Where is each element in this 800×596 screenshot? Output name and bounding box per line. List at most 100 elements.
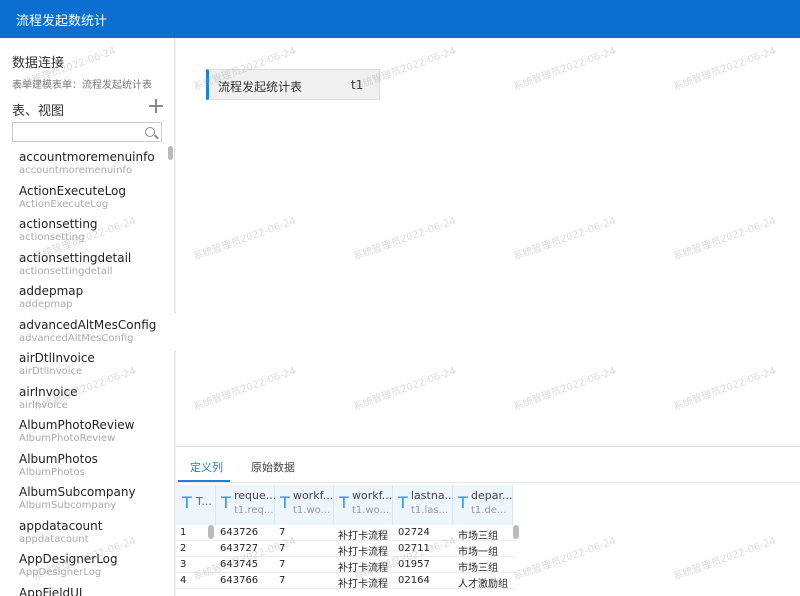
column-header-field: t1.req... (234, 505, 274, 516)
table-item-subname: actionsetting (19, 232, 85, 243)
row-number: 1 (180, 527, 187, 538)
table-list-item[interactable]: AlbumPhotoReview AlbumPhotoReview (0, 414, 170, 448)
table-list-item[interactable]: addepmap addepmap (0, 280, 170, 314)
table-item-subname: accountmoremenuinfo (19, 165, 133, 176)
table-list-item[interactable]: AlbumPhotos AlbumPhotos (0, 448, 170, 482)
table-cell: 7 (279, 575, 286, 586)
column-header[interactable]: Treque... t1.req... (216, 485, 277, 525)
form-subtitle: 表单建模表单：流程发起统计表 (12, 80, 152, 91)
text-type-icon: T (221, 493, 231, 512)
table-list-item[interactable]: advancedAltMesConfig advancedAltMesConfig (0, 314, 170, 348)
column-header[interactable]: Tworkf... t1.wo... (334, 485, 393, 525)
table-list-item[interactable]: actionsettingdetail actionsettingdetail (0, 247, 170, 281)
column-header[interactable]: Tworkf... t1.wo... (275, 485, 334, 525)
table-item-name: AlbumPhotos (19, 451, 98, 466)
table-cell: 市场三组 (458, 531, 498, 542)
column-header-field: t1.de... (471, 505, 507, 516)
text-type-icon: T (458, 493, 468, 512)
table-cell: 7 (279, 543, 286, 554)
table-item-subname: actionsettingdetail (19, 265, 113, 277)
table-node[interactable]: 流程发起统计表 t1 (206, 69, 380, 100)
table-item-name: advancedAltMesConfig (19, 317, 157, 332)
table-cell: 人才激励组 (458, 579, 508, 590)
column-header-name: workf... (293, 489, 334, 502)
table-cell: 市场三组 (458, 563, 498, 574)
row-number: 4 (180, 575, 187, 586)
table-cell: 市场一组 (458, 547, 498, 558)
table-item-subname: AlbumPhotos (19, 466, 85, 478)
app-header: 流程发起数统计 (0, 0, 800, 38)
table-item-name: AppDesignerLog (19, 552, 118, 566)
table-list-item[interactable]: airInvoice airInvoice (0, 381, 170, 415)
table-list: accountmoremenuinfo accountmoremenuinfo Ac… (0, 146, 170, 596)
table-item-subname: AlbumSubcompany (19, 500, 117, 511)
table-item-name: airDtlInvoice (19, 351, 95, 365)
table-list-item[interactable]: AppDesignerLog AppDesignerLog (0, 548, 170, 582)
table-item-name: AppFieldUI (19, 585, 83, 596)
search-input[interactable] (13, 125, 139, 144)
table-cell: 643745 (220, 559, 259, 570)
column-header-name: T... (196, 495, 212, 508)
tab-raw-data[interactable]: 原始数据 (251, 459, 295, 475)
table-row[interactable]: 2 643727 7 补打卡流程 02711 市场一组 (176, 541, 516, 558)
table-item-name: accountmoremenuinfo (19, 150, 155, 164)
text-type-icon: T (339, 493, 349, 512)
table-item-subname: advancedAltMesConfig (19, 332, 134, 344)
text-type-icon: T (182, 493, 192, 512)
table-row[interactable]: 3 643745 7 补打卡流程 01957 市场三组 (176, 557, 516, 574)
search-box (12, 122, 162, 144)
column-header-field: t1.wo... (352, 505, 390, 516)
tab-define-columns[interactable]: 定义列 (190, 459, 223, 475)
text-type-icon: T (398, 493, 408, 512)
table-row[interactable]: 1 643726 7 补打卡流程 02724 市场三组 (176, 525, 516, 542)
table-cell: 02164 (398, 575, 430, 586)
table-row[interactable]: 4 643766 7 补打卡流程 02164 人才激励组 (176, 573, 516, 590)
table-list-item[interactable]: AlbumSubcompany AlbumSubcompany (0, 481, 170, 515)
page-title: 流程发起数统计 (16, 14, 108, 29)
table-item-name: actionsettingdetail (19, 250, 132, 265)
table-item-name: appdatacount (19, 518, 103, 533)
table-item-subname: ActionExecuteLog (19, 198, 109, 210)
table-cell: 补打卡流程 (338, 579, 388, 590)
table-cell: 643727 (220, 543, 259, 554)
join-canvas: 流程发起统计表 t1 (176, 38, 800, 444)
search-icon[interactable] (145, 127, 155, 137)
table-cell: 7 (279, 559, 286, 570)
table-item-subname: airInvoice (19, 399, 68, 411)
table-item-name: airInvoice (19, 384, 78, 399)
row-number: 3 (180, 559, 187, 570)
data-connection-title: 数据连接 (12, 56, 65, 71)
table-item-subname: addepmap (19, 299, 73, 310)
table-item-subname: AlbumPhotoReview (19, 433, 116, 444)
table-list-item[interactable]: accountmoremenuinfo accountmoremenuinfo (0, 146, 170, 180)
table-item-subname: AppDesignerLog (19, 567, 102, 578)
table-cell: 02724 (398, 527, 430, 538)
table-item-name: actionsetting (19, 217, 98, 231)
column-header[interactable]: T T... (176, 485, 216, 525)
tables-views-title: 表、视图 (12, 104, 65, 119)
table-list-item[interactable]: ActionExecuteLog ActionExecuteLog (0, 180, 170, 214)
column-header[interactable]: Tlastna... t1.las... (393, 485, 456, 525)
table-list-item[interactable]: airDtlInvoice airDtlInvoice (0, 347, 170, 381)
table-list-item[interactable]: AppFieldUI (0, 582, 170, 596)
column-header-name: depar... (471, 489, 513, 502)
sidebar-scrollbar[interactable] (168, 146, 173, 160)
table-cell: 7 (279, 527, 286, 538)
column-header-name: lastna... (411, 489, 456, 502)
tab-bar: 定义列 原始数据 (176, 447, 800, 483)
sidebar: 数据连接 表单建模表单：流程发起统计表 表、视图 accountmoremenu… (0, 38, 175, 596)
text-type-icon: T (280, 493, 290, 512)
column-header-field: t1.wo... (293, 505, 331, 516)
column-header[interactable]: Tdepar... t1.de... (453, 485, 513, 525)
table-item-subname: airDtlInvoice (19, 366, 83, 377)
table-list-item[interactable]: actionsetting actionsetting (0, 213, 170, 247)
table-item-name: ActionExecuteLog (19, 183, 127, 198)
table-cell: 643726 (220, 527, 259, 538)
table-node-name: 流程发起统计表 (218, 80, 303, 94)
active-tab-indicator (178, 480, 230, 482)
table-node-alias: t1 (351, 78, 364, 92)
table-item-subname: appdatacount (19, 533, 89, 545)
column-header-name: reque... (234, 489, 277, 502)
table-list-item[interactable]: appdatacount appdatacount (0, 515, 170, 549)
add-icon[interactable] (148, 98, 164, 114)
